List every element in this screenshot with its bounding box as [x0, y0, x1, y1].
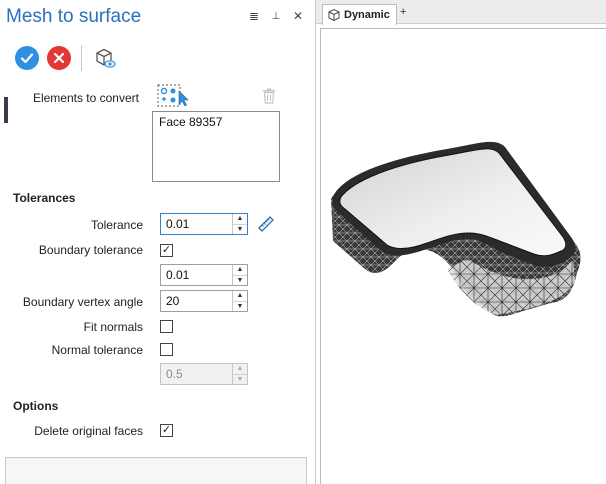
tab-label: Dynamic	[344, 9, 390, 21]
spin-up-button[interactable]: ▲	[233, 291, 247, 302]
trash-icon[interactable]	[262, 88, 276, 104]
tolerance-label: Tolerance	[90, 218, 143, 232]
spin-up-button: ▲	[233, 364, 247, 375]
cube-eye-icon	[96, 48, 116, 68]
x-icon	[53, 52, 65, 64]
boundary-vertex-angle-value[interactable]: 20	[161, 291, 232, 311]
graphics-viewport[interactable]: Dynamic +	[316, 0, 606, 484]
spin-down-button[interactable]: ▼	[233, 276, 247, 286]
cancel-button[interactable]	[47, 46, 71, 70]
action-row	[15, 45, 118, 71]
checkmark-icon: ✓	[161, 244, 172, 256]
pin-icon[interactable]: ⊥	[269, 9, 283, 23]
fit-normals-checkbox[interactable]	[160, 320, 173, 333]
spin-down-button[interactable]: ▼	[233, 302, 247, 312]
boundary-tolerance-label: Boundary tolerance	[38, 243, 143, 257]
list-item[interactable]: Face 89357	[153, 112, 279, 132]
measure-ruler-icon[interactable]	[257, 215, 275, 233]
spin-up-button[interactable]: ▲	[233, 265, 247, 276]
section-marker	[4, 97, 8, 123]
boundary-tolerance-spin-buttons: ▲ ▼	[232, 265, 247, 285]
tolerance-value[interactable]: 0.01	[161, 214, 232, 234]
check-icon	[20, 53, 34, 64]
spin-down-button[interactable]: ▼	[233, 225, 247, 235]
boundary-vertex-angle-spinbox[interactable]: 20 ▲ ▼	[160, 290, 248, 312]
boundary-tolerance-checkbox[interactable]: ✓	[160, 244, 173, 257]
toolbar-separator	[81, 45, 82, 71]
preview-button[interactable]	[92, 45, 118, 71]
view-cube-icon	[328, 8, 340, 22]
select-elements-button[interactable]	[157, 84, 189, 108]
panel-title: Mesh to surface	[6, 6, 142, 27]
normal-tolerance-value: 0.5	[166, 367, 183, 381]
pick-selection-icon	[157, 84, 189, 107]
mesh-to-surface-panel: Mesh to surface ≣ ⊥ ✕ Elements to conver…	[0, 0, 316, 484]
view-tab-bar: Dynamic +	[316, 0, 606, 25]
normal-tolerance-checkbox[interactable]	[160, 343, 173, 356]
viewport-frame	[320, 28, 606, 484]
add-tab-button[interactable]: +	[400, 6, 406, 18]
tab-dynamic[interactable]: Dynamic	[322, 4, 397, 25]
boundary-vertex-angle-spin-buttons: ▲ ▼	[232, 291, 247, 311]
delete-original-faces-checkbox[interactable]: ✓	[160, 424, 173, 437]
boundary-vertex-angle-label: Boundary vertex angle	[22, 295, 143, 309]
spin-down-button: ▼	[236, 375, 244, 383]
normal-tolerance-spinbox: 0.5 ▲ ▼	[160, 363, 248, 385]
panel-menu-icon[interactable]: ≣	[247, 9, 261, 23]
boundary-tolerance-value[interactable]: 0.01	[161, 265, 232, 285]
options-heading: Options	[13, 399, 59, 413]
close-icon[interactable]: ✕	[291, 9, 305, 23]
fit-normals-label: Fit normals	[83, 320, 143, 334]
boundary-tolerance-spinbox[interactable]: 0.01 ▲ ▼	[160, 264, 248, 286]
delete-original-faces-label: Delete original faces	[34, 424, 143, 438]
mesh-model	[331, 141, 581, 317]
ok-button[interactable]	[15, 46, 39, 70]
tolerance-spinbox[interactable]: 0.01 ▲ ▼	[160, 213, 248, 235]
spin-up-button[interactable]: ▲	[233, 214, 247, 225]
elements-listbox[interactable]: Face 89357	[152, 111, 280, 182]
tolerance-spin-buttons: ▲ ▼	[232, 214, 247, 234]
checkmark-icon: ✓	[161, 424, 172, 436]
normal-tolerance-label: Normal tolerance	[51, 343, 143, 357]
elements-label: Elements to convert	[32, 91, 139, 105]
panel-title-tools: ≣ ⊥ ✕	[247, 9, 305, 23]
normal-tolerance-spin-buttons: ▲ ▼	[232, 364, 247, 384]
tolerances-heading: Tolerances	[13, 191, 76, 205]
bottom-panel-area	[5, 457, 307, 484]
